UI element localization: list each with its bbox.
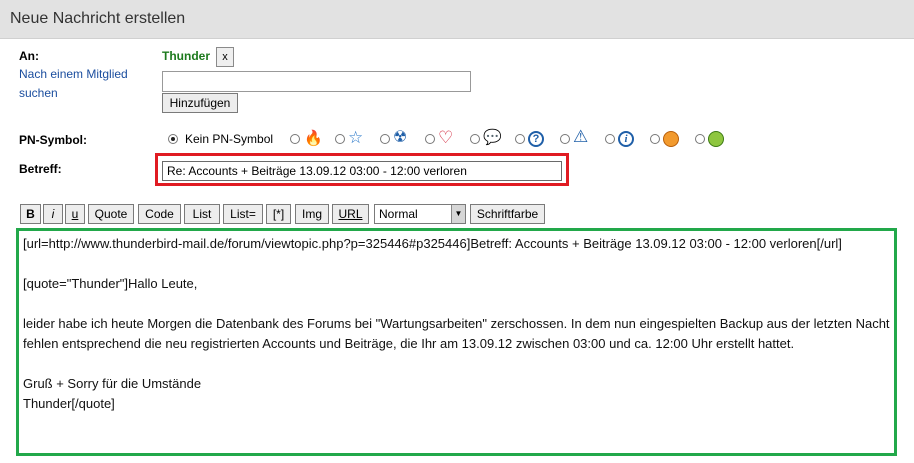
list-item-button[interactable]: [*] [266,204,291,224]
list-button[interactable]: List [184,204,220,224]
remove-recipient-button[interactable]: x [216,47,234,67]
pm-symbol-radio-speech[interactable] [470,134,480,144]
to-label: An: [19,49,39,63]
img-button[interactable]: Img [295,204,329,224]
question-icon: ? [528,131,544,147]
pm-symbol-radio-info[interactable] [605,134,615,144]
underline-button[interactable]: u [65,204,85,224]
font-size-selected: Normal [379,207,418,221]
info-icon: i [618,131,634,147]
url-button[interactable]: URL [332,204,369,224]
message-line: [url=http://www.thunderbird-mail.de/foru… [23,236,842,251]
pm-symbol-radio-question[interactable] [515,134,525,144]
subject-label: Betreff: [19,162,62,176]
page-title: Neue Nachricht erstellen [10,10,186,27]
pm-symbol-none-radio[interactable] [168,134,178,144]
chevron-down-icon[interactable]: ▼ [451,205,465,223]
message-line: Gruß + Sorry für die Umstände [23,376,202,391]
font-size-select[interactable]: Normal ▼ [374,204,466,224]
font-color-button[interactable]: Schriftfarbe [470,204,545,224]
speech-bubble-icon: 💬 [483,129,502,146]
italic-button[interactable]: i [43,204,63,224]
flame-icon: 🔥 [304,130,323,147]
recipient-name[interactable]: Thunder [162,49,210,63]
warning-icon: ⚠ [573,127,589,146]
message-textarea[interactable]: [url=http://www.thunderbird-mail.de/foru… [16,228,897,456]
star-icon: ☆ [348,128,364,147]
pm-symbol-radio-heart[interactable] [425,134,435,144]
grin-smiley-icon [663,131,679,147]
message-line: leider habe ich heute Morgen die Datenba… [23,316,890,351]
pm-symbol-none-label: Kein PN-Symbol [185,132,274,146]
pm-symbol-label: PN-Symbol: [19,133,88,147]
pm-symbol-radio-flame[interactable] [290,134,300,144]
message-line: Thunder[/quote] [23,396,115,411]
quote-button[interactable]: Quote [88,204,134,224]
pm-symbol-radio-radiation[interactable] [380,134,390,144]
pm-symbol-radio-warning[interactable] [560,134,570,144]
pm-symbol-radio-star[interactable] [335,134,345,144]
code-button[interactable]: Code [138,204,181,224]
radiation-icon: ☢ [393,129,408,146]
page-header: Neue Nachricht erstellen [0,0,914,39]
pm-symbol-radio-grin[interactable] [650,134,660,144]
find-member-link[interactable]: Nach einem Mitglied suchen [19,65,144,103]
pm-symbol-radio-grin-green[interactable] [695,134,705,144]
recipient-input[interactable] [162,71,471,92]
grin-green-smiley-icon [708,131,724,147]
message-line: [quote="Thunder"]Hallo Leute, [23,276,198,291]
list-eq-button[interactable]: List= [223,204,263,224]
add-recipient-button[interactable]: Hinzufügen [162,93,238,113]
heart-icon: ♡ [438,128,454,147]
bold-button[interactable]: B [20,204,41,224]
subject-input[interactable]: Re: Accounts + Beiträge 13.09.12 03:00 -… [162,161,562,181]
subject-highlight: Re: Accounts + Beiträge 13.09.12 03:00 -… [155,153,569,186]
